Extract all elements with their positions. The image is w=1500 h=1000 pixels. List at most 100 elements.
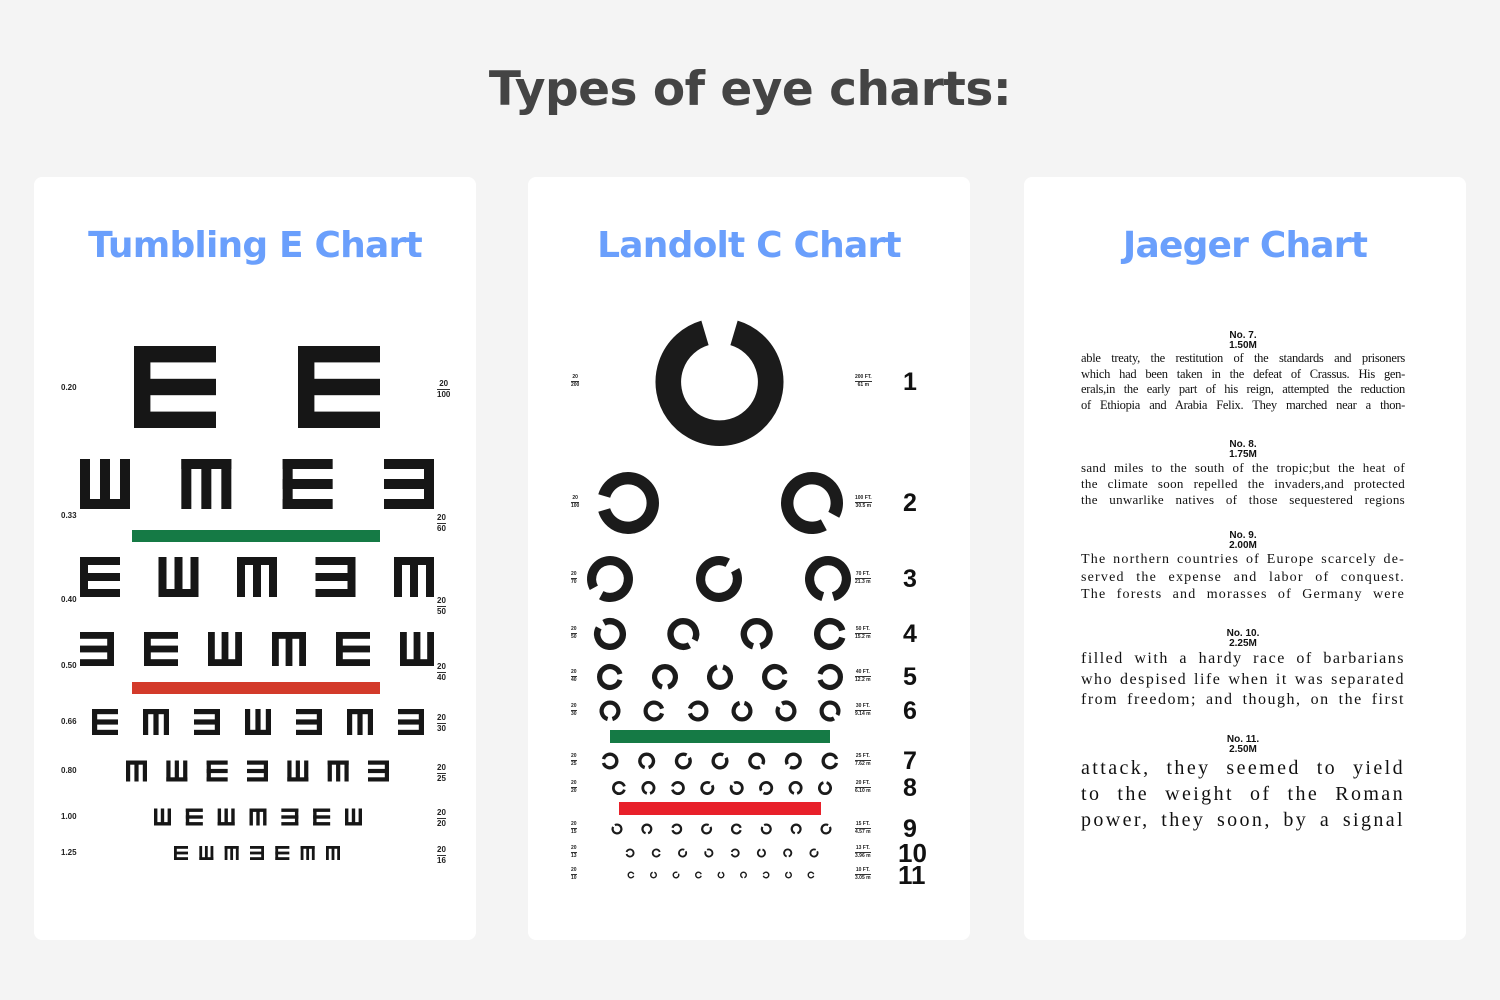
landolt-c-optotype [601,752,619,770]
landolt-c-optotype [612,781,626,795]
c-snellen-fraction: 20 30 [571,704,577,717]
c-distance-fraction-denominator: 4.57 m [855,829,871,835]
c-snellen-fraction: 20 100 [571,495,580,509]
landolt-c-optotype [814,618,846,650]
landolt-c-optotype [783,848,793,858]
tumbling-e-chart: 0.20 20 100 0.33 20 60 0.40 20 50 0.50 20 40 0.66 20 3… [34,177,476,940]
c-distance-fraction-denominator: 12.2 m [855,677,871,683]
landolt-c-optotype [671,781,685,795]
landolt-c-optotype [762,871,770,879]
c-snellen-fraction-denominator: 13 [571,853,577,859]
landolt-c-optotype [695,871,702,879]
c-line-number: 5 [903,662,917,691]
c-snellen-fraction-denominator: 40 [571,677,577,683]
landolt-c-optotype [748,752,766,770]
c-snellen-fraction-numerator: 20 [571,571,577,579]
c-snellen-fraction: 20 20 [571,781,577,794]
c-distance-fraction-denominator: 3.05 m [855,875,871,881]
c-distance-fraction-numerator: 25 FT. [855,753,871,761]
e-decimal-acuity: 1.25 [61,848,77,857]
landolt-c-optotype [667,618,700,650]
landolt-c-optotype [717,871,725,879]
c-distance-fraction-denominator: 7.62 m [855,761,871,767]
landolt-c-optotype [821,752,839,770]
c-snellen-fraction: 20 70 [571,572,577,585]
landolt-c-optotype [641,823,653,835]
c-distance-fraction-numerator: 70 FT. [855,571,871,579]
c-snellen-fraction-numerator: 20 [571,495,580,503]
c-line-number: 2 [903,488,917,517]
c-distance-fraction: 100 FT. 30.5 m [855,496,872,509]
landolt-c-optotype [788,781,803,795]
landolt-c-optotype [627,871,635,879]
c-line-number: 3 [903,564,917,593]
landolt-c-optotype [707,664,733,690]
jaeger-size: 1.50M [1229,340,1257,351]
c-distance-fraction: 25 FT. 7.62 m [855,754,871,767]
c-distance-fraction: 10 FT. 3.05 m [855,868,871,881]
landolt-c-optotype [597,664,623,690]
c-distance-fraction-denominator: 21.3 m [855,579,871,585]
jaeger-text-line: power, they soon, by a signal [1081,809,1405,831]
tumbling-e-optotype [199,846,214,860]
jaeger-paragraph: able treaty, the restitution of the stan… [1081,351,1405,413]
c-distance-fraction-numerator: 200 FT. [855,374,872,382]
landolt-c-optotype [701,823,713,835]
landolt-c-optotype [671,823,683,835]
c-distance-fraction-numerator: 100 FT. [855,495,872,503]
landolt-c-optotype [711,752,729,770]
c-distance-fraction-numerator: 13 FT. [855,845,871,853]
c-line-number: 1 [903,367,917,396]
tumbling-e-optotype [326,846,340,860]
landolt-c-optotype [587,556,633,602]
c-distance-fraction: 50 FT. 15.2 m [855,627,871,640]
jaeger-section: No. 8. 1.75M sand miles to the south of th… [1081,440,1405,508]
c-distance-fraction-numerator: 50 FT. [855,626,871,634]
c-distance-fraction: 70 FT. 21.3 m [855,572,871,585]
c-snellen-fraction-numerator: 20 [571,845,577,853]
page-title: Types of eye charts: [488,62,1012,117]
c-snellen-fraction: 20 40 [571,670,577,683]
jaeger-text-line: The forests and morasses of Germany were [1081,587,1405,602]
landolt-c-optotype [760,823,772,835]
landolt-c-optotype [790,823,802,835]
c-snellen-fraction: 20 13 [571,846,577,859]
jaeger-size: 2.25M [1229,638,1257,649]
tumbling-e-optotype [174,846,188,860]
jaeger-text-line: from freedom; and though, on the first [1081,691,1405,708]
c-distance-fraction-numerator: 15 FT. [855,821,871,829]
c-line-number: 11 [898,859,926,890]
jaeger-text-line: sand miles to the south of the tropic;bu… [1081,460,1405,475]
jaeger-size: 2.00M [1229,540,1257,551]
c-snellen-fraction-denominator: 100 [571,503,580,509]
c-snellen-fraction-numerator: 20 [571,780,577,788]
c-distance-fraction-denominator: 30.5 m [855,503,872,509]
jaeger-paragraph: sand miles to the south of the tropic;bu… [1081,460,1405,508]
landolt-c-optotype [740,618,773,650]
landolt-c-optotype [729,781,744,795]
c-snellen-fraction-denominator: 200 [571,382,580,388]
c-distance-fraction-numerator: 40 FT. [855,669,871,677]
landolt-c-optotype [651,848,661,858]
jaeger-card: Jaeger Chart No. 7. 1.50M able treaty, the… [1024,177,1466,940]
e-snellen-fraction-denominator: 16 [437,856,446,865]
jaeger-text-line: The northern countries of Europe scarcel… [1081,552,1405,567]
c-line-number: 4 [903,619,917,648]
green-line-bar [610,730,830,743]
c-snellen-fraction-denominator: 50 [571,634,577,640]
landolt-c-optotype [759,781,774,795]
c-distance-fraction: 40 FT. 12.2 m [855,670,871,683]
e-snellen-fraction-numerator: 20 [437,845,446,856]
landolt-c-optotype [687,700,709,722]
landolt-c-optotype [820,823,832,835]
landolt-c-optotype [731,823,742,835]
jaeger-paragraph: attack, they seemed to yield to the weigh… [1081,755,1405,833]
jaeger-text-line: attack, they seemed to yield [1081,757,1405,779]
landolt-c-optotype [784,752,802,770]
landolt-c-optotype [678,848,688,858]
jaeger-text-line: to the weight of the Roman [1081,783,1405,805]
landolt-c-optotype [599,700,621,722]
e-row-8 [174,846,340,860]
c-line-number: 8 [903,773,917,802]
landolt-c-optotype [650,871,657,879]
